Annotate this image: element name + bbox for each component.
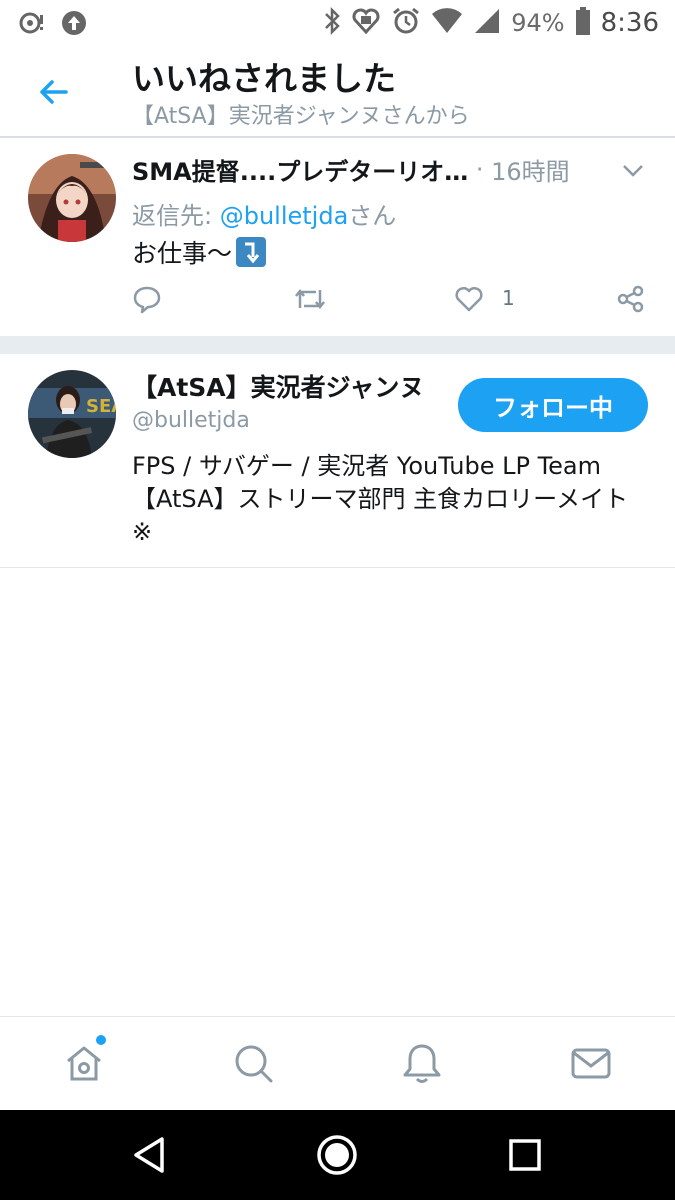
bluetooth-icon	[323, 6, 341, 40]
back-button[interactable]	[34, 72, 74, 112]
nav-home[interactable]	[62, 1041, 106, 1085]
battery-icon	[575, 6, 591, 40]
system-navigation-bar	[0, 1110, 675, 1200]
reply-icon	[133, 286, 161, 314]
reply-to-line: 返信先: @bulletjdaさん	[132, 196, 396, 231]
new-items-dot	[96, 1035, 106, 1045]
tweet-time-separator: ·	[468, 155, 492, 184]
share-icon	[617, 285, 644, 313]
tweet-body: お仕事〜	[132, 239, 233, 268]
user-bio: FPS / サバゲー / 実況者 YouTube LP Team【AtSA】スト…	[132, 452, 629, 546]
tweet-author-name[interactable]: SMA提督....プレデターリオ…	[132, 152, 468, 187]
heart-icon	[455, 286, 483, 312]
retweet-button[interactable]	[292, 284, 328, 314]
reply-button[interactable]	[132, 284, 162, 314]
reply-suffix: さん	[348, 202, 397, 230]
system-back-button[interactable]	[130, 1134, 172, 1176]
messages-icon	[571, 1048, 611, 1079]
reply-prefix: 返信先:	[132, 202, 220, 230]
chevron-down-icon	[623, 165, 643, 177]
user-handle: @bulletjda	[132, 408, 250, 433]
nav-search[interactable]	[231, 1041, 275, 1085]
share-button[interactable]	[616, 284, 646, 314]
like-count: 1	[502, 286, 515, 310]
status-bar: 94% 8:36	[0, 0, 675, 46]
page-subtitle: 【AtSA】実況者ジャンヌさんから	[132, 104, 470, 129]
tweet-text: お仕事〜	[132, 234, 267, 270]
back-arrow-icon	[40, 80, 68, 104]
tweet-actions: 1	[0, 280, 675, 320]
home-icon	[67, 1046, 101, 1081]
tweet-header: SMA提督....プレデターリオ… · 16時間	[132, 152, 612, 188]
cell-signal-icon	[473, 7, 501, 39]
system-home-button[interactable]	[316, 1134, 358, 1176]
arrow-down-emoji-icon	[236, 237, 267, 267]
nav-notifications[interactable]	[400, 1041, 444, 1085]
following-button[interactable]: フォロー中	[458, 378, 648, 432]
retweet-icon	[295, 288, 325, 310]
svg-text:SEA: SEA	[86, 396, 116, 417]
tweet-timestamp: 16時間	[491, 158, 570, 186]
tweet[interactable]: SMA提督....プレデターリオ… · 16時間 返信先: @bulletjda…	[0, 140, 675, 336]
clock: 8:36	[600, 8, 659, 38]
reply-mention-link[interactable]: @bulletjda	[220, 202, 349, 230]
avatar[interactable]: SEA	[28, 370, 116, 458]
nav-messages[interactable]	[569, 1041, 613, 1085]
user-display-name[interactable]: 【AtSA】実況者ジャンヌ	[132, 368, 424, 404]
cast-icon	[18, 9, 46, 41]
tweet-menu-button[interactable]	[620, 160, 646, 180]
square-recents-icon	[509, 1139, 541, 1171]
heart-signal-icon	[351, 6, 381, 40]
section-divider	[0, 336, 675, 354]
avatar[interactable]	[28, 154, 116, 242]
circle-home-icon	[317, 1135, 357, 1175]
bottom-navigation	[0, 1016, 675, 1110]
page-title: いいねされました	[132, 59, 396, 98]
notifications-icon	[403, 1044, 441, 1083]
alarm-icon	[391, 6, 421, 40]
upload-icon	[60, 9, 88, 41]
like-button[interactable]	[454, 284, 484, 314]
system-recents-button[interactable]	[504, 1134, 546, 1176]
wifi-icon	[431, 7, 463, 39]
user-card[interactable]: SEA 【AtSA】実況者ジャンヌ @bulletjda フォロー中 FPS /…	[0, 354, 675, 568]
search-icon	[235, 1045, 273, 1083]
triangle-back-icon	[134, 1137, 164, 1173]
app-header: いいねされました 【AtSA】実況者ジャンヌさんから	[0, 46, 675, 138]
battery-percent: 94%	[511, 9, 565, 37]
